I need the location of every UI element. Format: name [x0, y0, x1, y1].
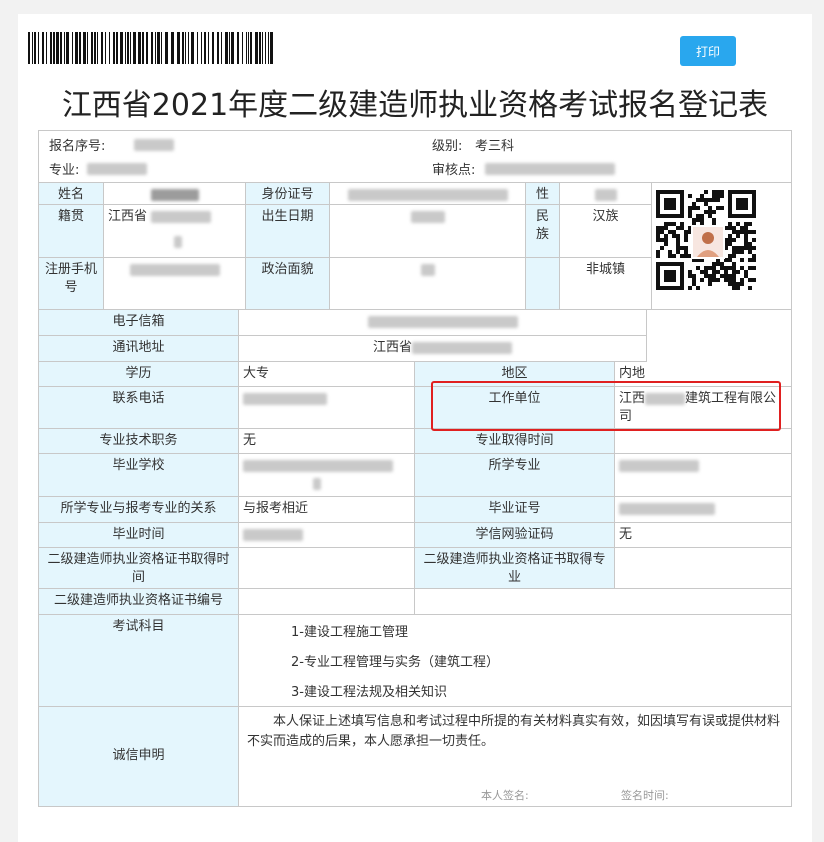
cert-no-label-cell: 毕业证号 — [415, 497, 615, 523]
name-label-cell: 姓名 — [39, 183, 104, 205]
cert-time-value-cell — [239, 548, 415, 589]
school-label-cell: 毕业学校 — [39, 454, 239, 497]
grad-time-value-cell — [239, 523, 415, 548]
political-label-cell: 政治面貌 — [246, 258, 330, 310]
subject-1: 1-建设工程施工管理 — [291, 625, 408, 640]
contact-value-cell — [239, 387, 415, 429]
serial-label: 报名序号: — [49, 139, 106, 154]
cert-time-label-cell: 二级建造师执业资格证书取得时间 — [39, 548, 239, 589]
major-label: 专业: — [49, 163, 80, 178]
relation-label-cell: 所学专业与报考专业的关系 — [39, 497, 239, 523]
review-label: 审核点: — [432, 163, 476, 178]
phone-label-cell: 注册手机号 — [39, 258, 104, 310]
cert-no-value-cell — [615, 497, 791, 523]
school-value-cell — [239, 454, 415, 497]
email-label-cell: 电子信箱 — [39, 310, 239, 336]
gender-label-cell: 性别 — [526, 183, 560, 205]
subjects-label-cell: 考试科目 — [39, 615, 239, 707]
print-button[interactable]: 打印 — [680, 36, 736, 66]
page-title: 江西省2021年度二级建造师执业资格考试报名登记表 — [61, 88, 769, 123]
avatar — [691, 225, 725, 259]
cert-num-value-cell — [239, 589, 415, 615]
studied-major-label-cell: 所学专业 — [415, 454, 615, 497]
title-value-cell: 无 — [239, 429, 415, 454]
level-value: 考三科 — [475, 139, 515, 154]
edu-value-cell: 大专 — [239, 362, 415, 387]
grad-time-label-cell: 毕业时间 — [39, 523, 239, 548]
pledge-label-cell: 诚信申明 — [39, 707, 239, 806]
ethnic-label-cell: 民族 — [526, 205, 560, 258]
cert-num-blank-cell — [415, 589, 791, 615]
household-label-cell — [526, 258, 560, 310]
relation-value-cell: 与报考相近 — [239, 497, 415, 523]
cert-major-value-cell — [615, 548, 791, 589]
cert-major-label-cell: 二级建造师执业资格证书取得专业 — [415, 548, 615, 589]
phone-value-cell — [104, 258, 246, 310]
gender-value-cell — [560, 183, 652, 205]
contact-label-cell: 联系电话 — [39, 387, 239, 429]
name-value-cell — [104, 183, 246, 205]
edu-label-cell: 学历 — [39, 362, 239, 387]
subject-3: 3-建设工程法规及相关知识 — [291, 685, 447, 700]
serial-value-redacted — [134, 139, 174, 151]
sign-label: 本人签名: — [481, 789, 529, 802]
subject-2: 2-专业工程管理与实务（建筑工程） — [291, 655, 499, 670]
political-value-cell — [330, 258, 526, 310]
ethnic-value-cell: 汉族 — [560, 205, 652, 258]
barcode-image — [28, 32, 273, 64]
title-time-value-cell — [615, 429, 791, 454]
studied-major-value-cell — [615, 454, 791, 497]
household-value-cell: 非城镇 — [560, 258, 652, 310]
review-value-redacted — [485, 163, 615, 175]
cert-num-label-cell: 二级建造师执业资格证书编号 — [39, 589, 239, 615]
title-label-cell: 专业技术职务 — [39, 429, 239, 454]
xuexin-label-cell: 学信网验证码 — [415, 523, 615, 548]
registration-form-page: 打印 江西省2021年度二级建造师执业资格考试报名登记表 报名序号: 级别: 考… — [18, 14, 812, 842]
id-label-cell: 身份证号 — [246, 183, 330, 205]
native-label-cell: 籍贯 — [39, 205, 104, 258]
email-value-cell — [239, 310, 647, 336]
address-label-cell: 通讯地址 — [39, 336, 239, 362]
address-value-cell: 江西省 — [239, 336, 647, 362]
major-value-redacted — [87, 163, 147, 175]
id-value-cell — [330, 183, 526, 205]
work-unit-highlight — [431, 381, 781, 431]
xuexin-value-cell: 无 — [615, 523, 791, 548]
native-value-cell: 江西省 — [104, 205, 246, 258]
sign-time-label: 签名时间: — [621, 789, 669, 802]
title-time-label-cell: 专业取得时间 — [415, 429, 615, 454]
birth-value-cell — [330, 205, 526, 258]
level-label: 级别: — [432, 139, 463, 154]
birth-label-cell: 出生日期 — [246, 205, 330, 258]
